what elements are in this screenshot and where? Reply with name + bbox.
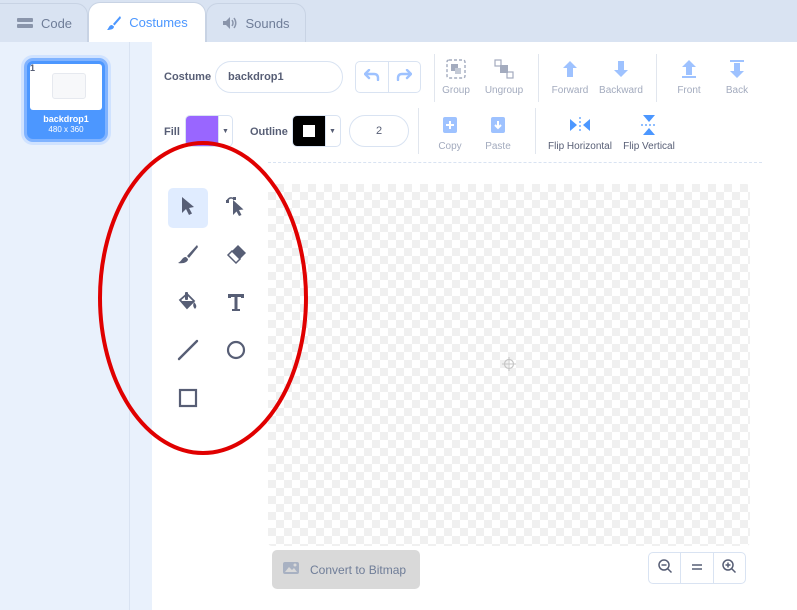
fill-swatch [186,116,218,146]
brush-tool[interactable] [168,236,208,276]
fill-color-picker[interactable]: ▼ [185,115,233,147]
costume-number: 1 [30,63,36,73]
costume-tile[interactable]: 1 backdrop1 480 x 360 [24,58,108,142]
undo-icon [363,68,380,86]
circle-tool[interactable] [216,332,256,372]
ungroup-button[interactable]: Ungroup [478,58,530,96]
redo-icon [396,68,413,86]
brush-icon [106,15,122,31]
reshape-tool[interactable] [216,188,256,228]
costume-name: backdrop1 [43,114,89,124]
redo-button[interactable] [389,62,421,92]
line-tool[interactable] [168,332,208,372]
outline-color-picker[interactable]: ▼ [292,115,341,147]
forward-icon [559,58,581,80]
back-button[interactable]: Back [711,58,763,96]
rectangle-icon [177,387,199,414]
group-button[interactable]: Group [430,58,482,96]
tab-code[interactable]: Code [0,3,88,42]
tab-costumes[interactable]: Costumes [88,2,206,42]
circle-icon [225,339,247,366]
copy-button[interactable]: Copy [424,114,476,152]
chevron-down-icon: ▼ [325,116,339,146]
costume-thumbnail [30,64,102,110]
paste-icon [489,114,507,136]
select-arrow-icon [179,196,197,221]
zoom-out-button[interactable] [649,553,680,583]
group-icon [445,58,467,80]
fill-label: Fill [164,126,180,138]
eraser-tool[interactable] [216,236,256,276]
editor-tabs: Code Costumes Sounds [0,0,797,42]
costume-list: 1 backdrop1 480 x 360 [0,42,130,610]
chevron-down-icon: ▼ [218,116,232,146]
fill-tool[interactable] [168,284,208,324]
copy-icon [441,114,459,136]
paint-bucket-icon [177,291,199,318]
tab-code-label: Code [40,15,73,31]
backward-button[interactable]: Backward [595,58,647,96]
front-icon [678,58,700,80]
convert-to-bitmap-button[interactable]: Convert to Bitmap [272,550,420,589]
costume-name-input[interactable]: backdrop1 [215,61,343,93]
costume-label: Costume [164,71,212,83]
tab-sounds[interactable]: Sounds [206,3,306,42]
costume-size: 480 x 360 [48,125,84,134]
flip-horizontal-icon [569,114,591,136]
zoom-in-icon [721,558,737,579]
paint-canvas[interactable] [268,184,750,546]
tab-costumes-label: Costumes [129,15,188,30]
outline-width-input[interactable]: 2 [349,115,409,147]
reshape-icon [225,195,247,222]
outline-swatch [293,116,325,146]
zoom-reset-button[interactable] [680,553,712,583]
paint-editor: Costume backdrop1 Group Ungroup Forward … [152,42,797,610]
zoom-out-icon [657,558,673,579]
back-icon [726,58,748,80]
brush-icon [177,243,199,270]
paste-button[interactable]: Paste [472,114,524,152]
zoom-in-button[interactable] [712,553,745,583]
crosshair-icon [502,357,516,376]
forward-button[interactable]: Forward [544,58,596,96]
zoom-controls [648,552,746,584]
line-icon [177,339,199,366]
backward-icon [610,58,632,80]
front-button[interactable]: Front [663,58,715,96]
tool-palette [166,184,266,432]
text-tool[interactable] [216,284,256,324]
tab-sounds-label: Sounds [245,15,290,31]
ungroup-icon [493,58,515,80]
convert-to-bitmap-label: Convert to Bitmap [310,562,407,577]
outline-label: Outline [250,126,288,138]
speaker-icon [222,16,238,30]
equals-icon [690,559,704,577]
code-icon [16,17,34,29]
undo-button[interactable] [356,62,389,92]
bitmap-icon [282,561,300,578]
eraser-icon [225,243,247,270]
rectangle-tool[interactable] [168,380,208,420]
flip-horizontal-button[interactable]: Flip Horizontal [541,114,619,152]
select-tool[interactable] [168,188,208,228]
flip-vertical-button[interactable]: Flip Vertical [610,114,688,152]
flip-vertical-icon [640,114,658,136]
text-icon [226,292,246,317]
undo-redo-group [355,61,421,93]
